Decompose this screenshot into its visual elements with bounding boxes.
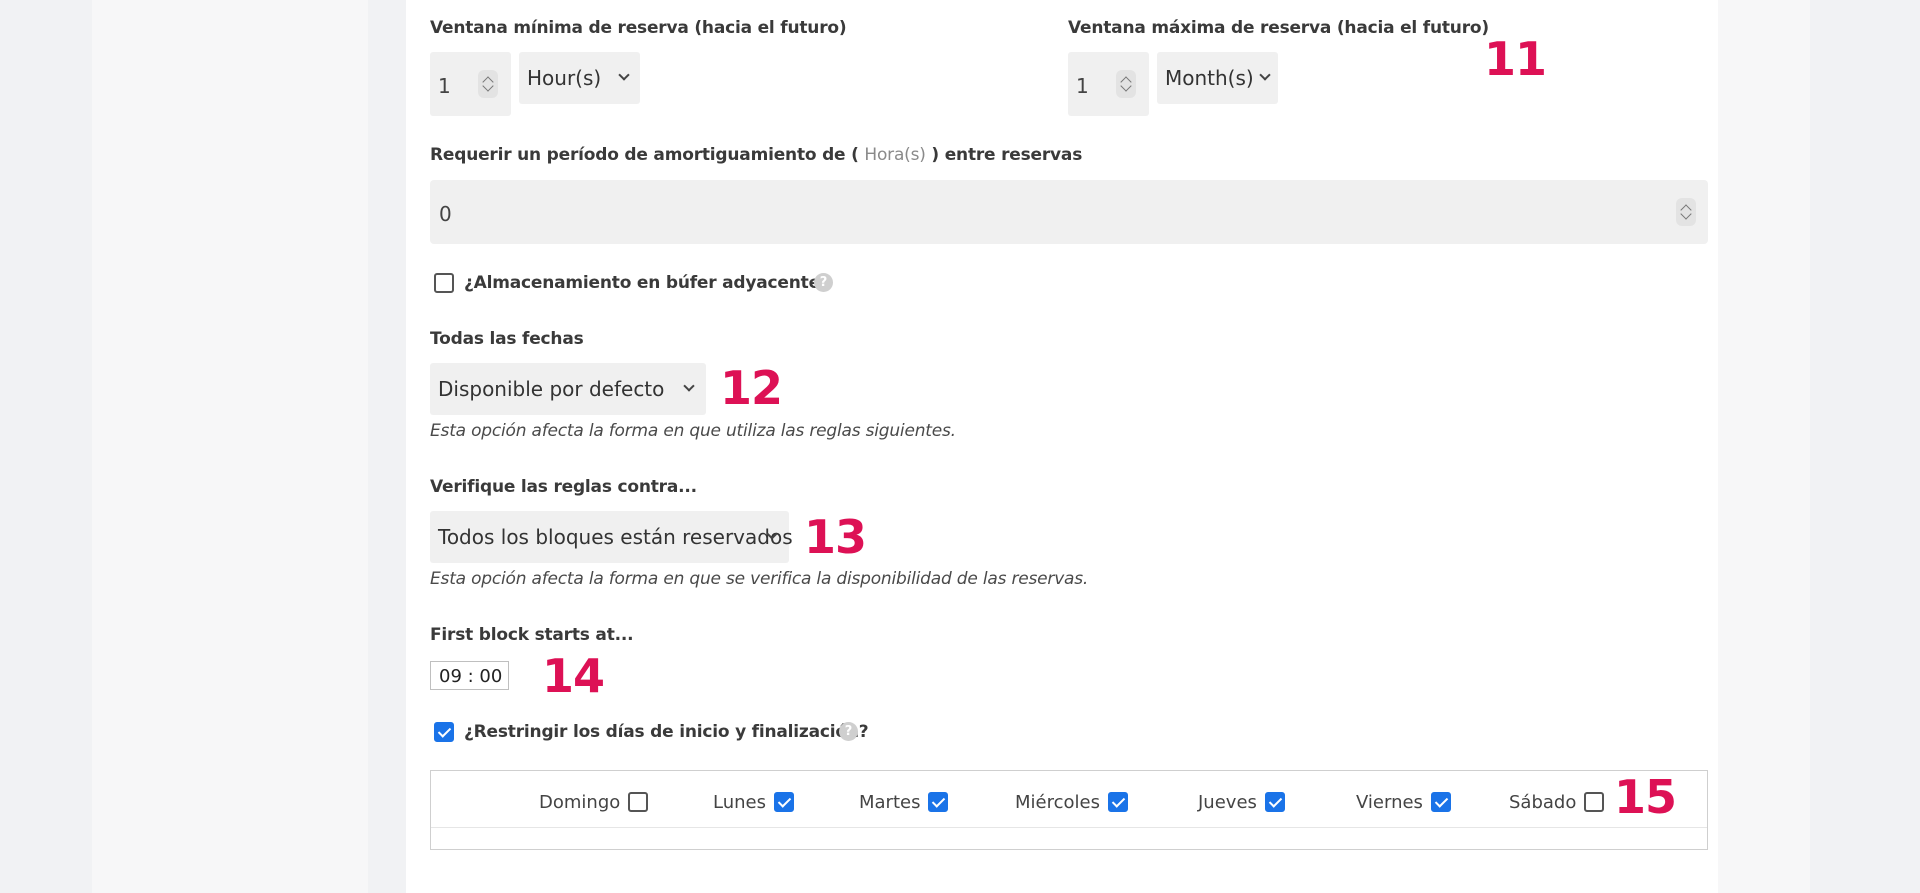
marker-14: 14 — [542, 649, 605, 703]
min-window-value: 1 — [438, 74, 451, 98]
first-block-time-input[interactable]: 09 : 00 — [430, 661, 509, 690]
day-saturday[interactable]: Sábado — [1509, 790, 1605, 814]
day-monday-checkbox[interactable] — [773, 792, 794, 812]
day-thursday-checkbox[interactable] — [1264, 792, 1285, 812]
day-friday[interactable]: Viernes — [1356, 790, 1451, 814]
day-label: Sábado — [1509, 791, 1577, 813]
help-icon[interactable]: ? — [814, 273, 833, 292]
max-window-unit-value: Month(s) — [1165, 66, 1254, 90]
buffer-label-prefix: Requerir un período de amortiguamiento d… — [430, 145, 859, 165]
check-rules-value: Todos los bloques están reservados — [438, 525, 793, 549]
check-rules-select[interactable]: Todos los bloques están reservados — [430, 511, 793, 563]
marker-15: 15 — [1614, 770, 1677, 824]
day-wednesday[interactable]: Miércoles — [1015, 790, 1128, 814]
buffer-label-suffix: ) entre reservas — [931, 145, 1083, 165]
day-thursday[interactable]: Jueves — [1198, 790, 1285, 814]
first-block-time-value: 09 : 00 — [439, 666, 503, 687]
all-dates-note: Esta opción afecta la forma en que utili… — [430, 421, 956, 441]
all-dates-label: Todas las fechas — [430, 329, 584, 349]
max-window-label: Ventana máxima de reserva (hacia el futu… — [1068, 18, 1489, 38]
min-window-input[interactable]: 1 — [430, 52, 511, 116]
left-panel — [92, 0, 368, 893]
buffer-label: Requerir un período de amortiguamiento d… — [430, 145, 1082, 165]
min-window-spinner-icon[interactable] — [478, 70, 498, 98]
min-window-unit-select[interactable]: Hour(s) — [519, 52, 640, 104]
day-label: Lunes — [713, 791, 766, 813]
chevron-down-icon — [618, 69, 630, 81]
buffer-value: 0 — [439, 202, 452, 226]
day-saturday-checkbox[interactable] — [1584, 792, 1605, 812]
chevron-down-icon — [683, 380, 695, 392]
buffer-input[interactable]: 0 — [430, 180, 1708, 244]
day-label: Miércoles — [1015, 791, 1100, 813]
min-window-unit-value: Hour(s) — [527, 66, 602, 90]
min-window-label: Ventana mínima de reserva (hacia el futu… — [430, 18, 847, 38]
day-label: Martes — [859, 791, 921, 813]
buffer-spinner-icon[interactable] — [1676, 198, 1696, 226]
help-icon[interactable]: ? — [839, 722, 858, 741]
day-tuesday[interactable]: Martes — [859, 790, 949, 814]
check-rules-note: Esta opción afecta la forma en que se ve… — [430, 569, 1089, 589]
day-tuesday-checkbox[interactable] — [928, 792, 949, 812]
adjacent-buffer-label: ¿Almacenamiento en búfer adyacente? — [464, 273, 830, 293]
settings-card: Ventana mínima de reserva (hacia el futu… — [406, 0, 1718, 893]
day-label: Viernes — [1356, 791, 1423, 813]
marker-12: 12 — [720, 361, 783, 415]
day-monday[interactable]: Lunes — [713, 790, 794, 814]
day-sunday[interactable]: Domingo — [539, 790, 649, 814]
marker-11: 11 — [1484, 32, 1547, 86]
max-window-input[interactable]: 1 — [1068, 52, 1149, 116]
table-divider — [431, 827, 1707, 828]
restrict-days-label: ¿Restringir los días de inicio y finaliz… — [464, 722, 869, 742]
day-label: Jueves — [1198, 791, 1257, 813]
first-block-label: First block starts at... — [430, 625, 634, 645]
max-window-value: 1 — [1076, 74, 1089, 98]
marker-13: 13 — [804, 510, 867, 564]
all-dates-select[interactable]: Disponible por defecto — [430, 363, 706, 415]
right-panel — [1718, 0, 1810, 893]
check-rules-label: Verifique las reglas contra... — [430, 477, 697, 497]
days-table: Domingo Lunes Martes Miércoles Jueves Vi… — [430, 770, 1708, 850]
day-wednesday-checkbox[interactable] — [1107, 792, 1128, 812]
day-sunday-checkbox[interactable] — [628, 792, 649, 812]
adjacent-buffer-checkbox[interactable] — [434, 273, 454, 293]
all-dates-value: Disponible por defecto — [438, 377, 665, 401]
chevron-down-icon — [1259, 69, 1271, 81]
max-window-spinner-icon[interactable] — [1116, 70, 1136, 98]
max-window-unit-select[interactable]: Month(s) — [1157, 52, 1278, 104]
restrict-days-checkbox[interactable] — [434, 722, 454, 742]
day-friday-checkbox[interactable] — [1430, 792, 1451, 812]
buffer-label-unit: Hora(s) — [864, 145, 926, 165]
day-label: Domingo — [539, 791, 621, 813]
